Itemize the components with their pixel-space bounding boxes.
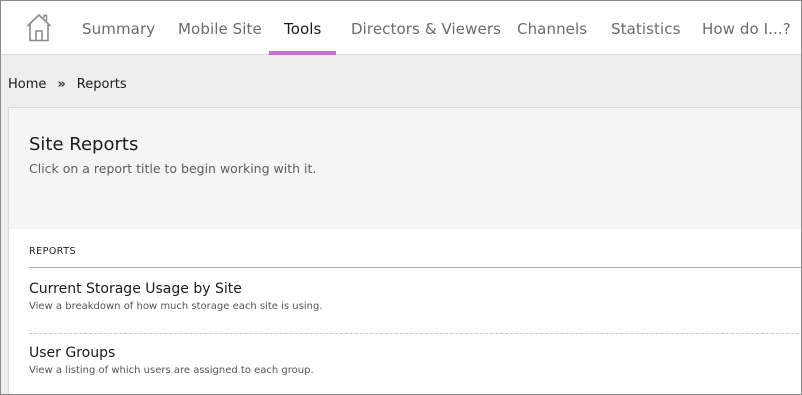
breadcrumb: Home » Reports [8, 77, 127, 92]
item-divider [29, 333, 801, 334]
tab-tools[interactable]: Tools [284, 1, 321, 54]
app-window: Summary Mobile Site Tools Directors & Vi… [0, 0, 802, 395]
home-icon[interactable] [26, 13, 52, 42]
tab-statistics[interactable]: Statistics [611, 1, 681, 54]
report-description: View a breakdown of how much storage eac… [29, 301, 323, 312]
report-item-user-groups[interactable]: User Groups View a listing of which user… [29, 345, 801, 376]
page-title: Site Reports [29, 134, 139, 155]
report-title[interactable]: Current Storage Usage by Site [29, 281, 801, 297]
tab-mobile-site[interactable]: Mobile Site [178, 1, 262, 54]
report-description: View a listing of which users are assign… [29, 365, 314, 376]
report-item-storage-usage[interactable]: Current Storage Usage by Site View a bre… [29, 281, 801, 312]
reports-list: REPORTS Current Storage Usage by Site Vi… [8, 229, 801, 394]
breadcrumb-home[interactable]: Home [8, 77, 46, 92]
breadcrumb-separator: » [57, 77, 66, 92]
tab-summary[interactable]: Summary [82, 1, 155, 54]
breadcrumb-reports[interactable]: Reports [77, 77, 127, 92]
tab-how-do-i[interactable]: How do I...? [702, 1, 791, 54]
tab-channels[interactable]: Channels [517, 1, 587, 54]
active-tab-indicator [269, 51, 336, 55]
page-subtitle: Click on a report title to begin working… [29, 161, 317, 176]
report-title[interactable]: User Groups [29, 345, 801, 361]
section-divider [29, 267, 801, 268]
tab-directors-viewers[interactable]: Directors & Viewers [351, 1, 501, 54]
top-navigation: Summary Mobile Site Tools Directors & Vi… [1, 1, 801, 55]
reports-section-header: REPORTS [29, 246, 77, 257]
